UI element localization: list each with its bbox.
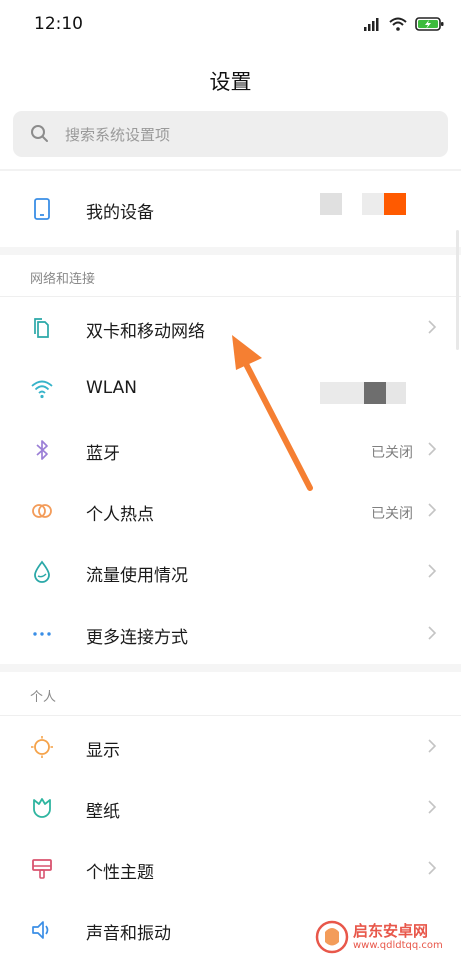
watermark-name: 启东安卓网 [353, 922, 429, 940]
watermark-logo-icon [315, 920, 349, 954]
annotation-arrow [232, 335, 313, 491]
watermark: 启东安卓网 www.qdldtqq.com [315, 918, 455, 956]
watermark-url: www.qdldtqq.com [353, 940, 443, 951]
